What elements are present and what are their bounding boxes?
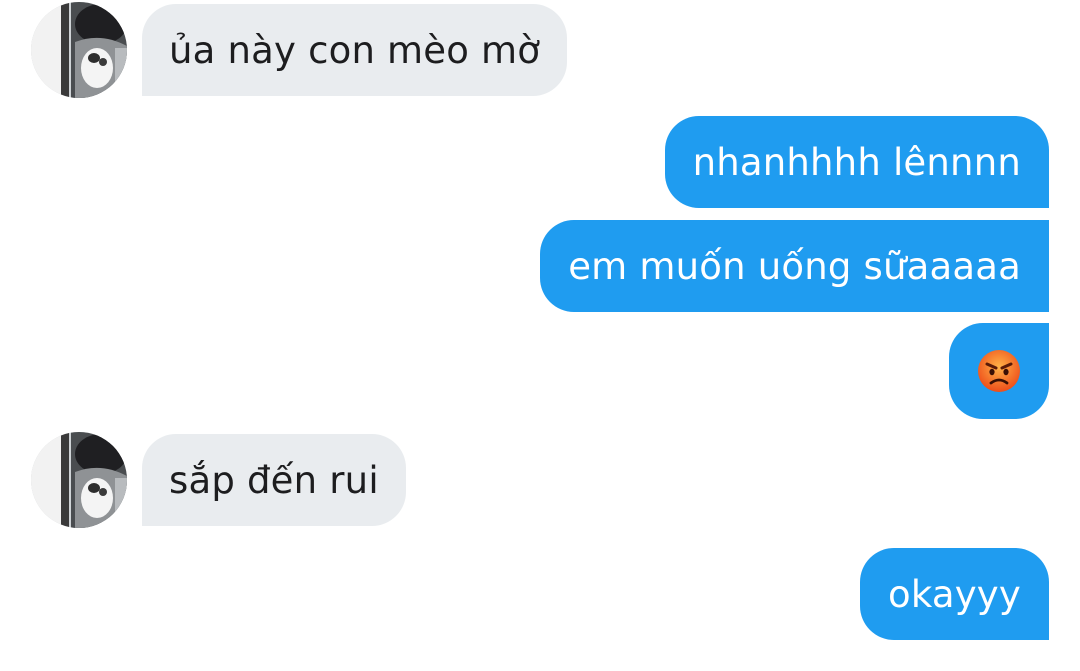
message-text: ủa này con mèo mờ <box>169 28 541 72</box>
incoming-message-bubble[interactable]: sắp đến rui <box>142 434 406 526</box>
message-row: sắp đến rui <box>0 432 1080 528</box>
message-text: okayyy <box>888 572 1021 616</box>
angry-face-icon <box>978 350 1020 392</box>
message-row: ủa này con mèo mờ <box>0 2 1080 98</box>
avatar-photo-icon <box>31 2 127 98</box>
contact-avatar[interactable] <box>31 2 127 98</box>
outgoing-emoji-bubble[interactable] <box>949 323 1049 419</box>
message-text: em muốn uống sữaaaaa <box>568 244 1021 288</box>
incoming-message-bubble[interactable]: ủa này con mèo mờ <box>142 4 568 96</box>
message-text: nhanhhhh lênnnn <box>692 140 1021 184</box>
message-text: sắp đến rui <box>169 458 379 502</box>
outgoing-message-bubble[interactable]: em muốn uống sữaaaaa <box>540 220 1049 312</box>
contact-avatar[interactable] <box>31 432 127 528</box>
chat-thread: ủa này con mèo mờ nhanhhhh lênnnn em muố… <box>0 0 1080 671</box>
outgoing-message-bubble[interactable]: okayyy <box>860 548 1049 640</box>
outgoing-message-bubble[interactable]: nhanhhhh lênnnn <box>664 116 1049 208</box>
avatar-photo-icon <box>31 432 127 528</box>
